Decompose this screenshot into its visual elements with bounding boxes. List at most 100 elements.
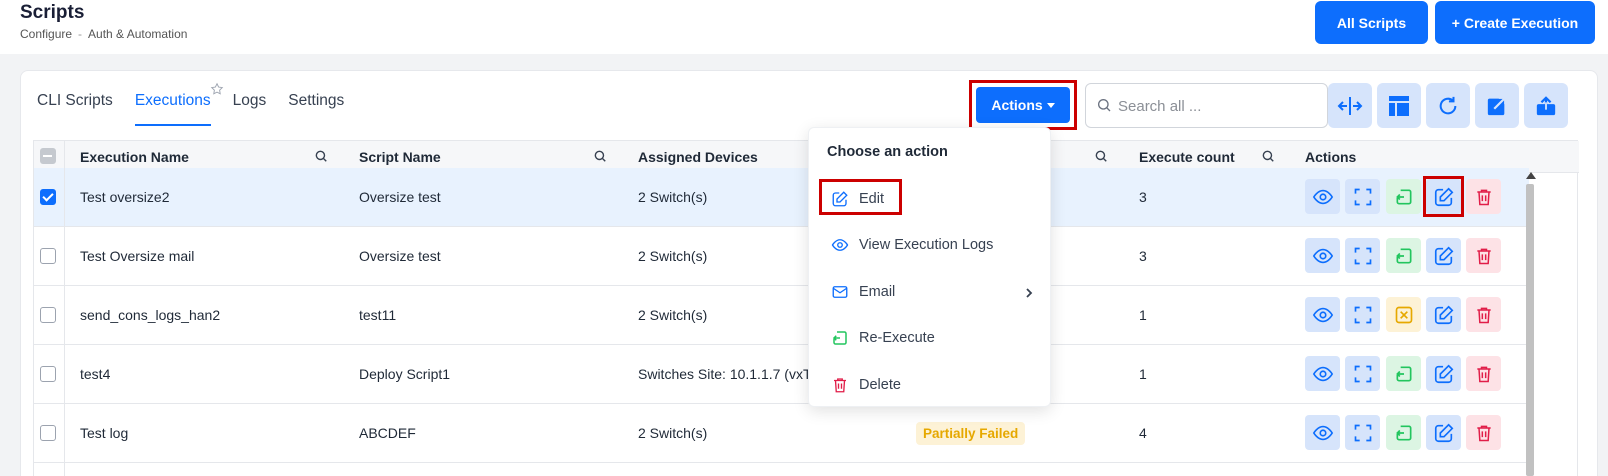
view-button[interactable] bbox=[1305, 356, 1340, 391]
menu-item-view-execution-logs[interactable]: View Execution Logs bbox=[831, 234, 993, 256]
menu-item-delete[interactable]: Delete bbox=[831, 374, 901, 396]
upload-button[interactable] bbox=[1524, 83, 1568, 128]
column-header-assigned-devices[interactable]: Assigned Devices bbox=[638, 149, 758, 165]
tab-cli-scripts[interactable]: CLI Scripts bbox=[37, 92, 113, 126]
table-scrollbar[interactable] bbox=[1524, 170, 1536, 476]
execute-count: 3 bbox=[1139, 189, 1147, 205]
column-header-script-name[interactable]: Script Name bbox=[359, 149, 441, 165]
eye-icon bbox=[1312, 248, 1333, 263]
edit-icon bbox=[1434, 305, 1453, 324]
upload-icon bbox=[1536, 95, 1556, 115]
assigned-devices: 2 Switch(s) bbox=[638, 248, 708, 264]
expand-button[interactable] bbox=[1345, 356, 1380, 391]
menu-item-label: Re-Execute bbox=[859, 330, 935, 346]
table-row[interactable]: test4 Deploy Script1 Switches Site: 10.1… bbox=[34, 345, 1529, 404]
edit-button[interactable] bbox=[1426, 297, 1461, 332]
column-search-icon[interactable] bbox=[593, 149, 607, 163]
re-execute-button[interactable] bbox=[1386, 179, 1421, 214]
menu-item-email[interactable]: Email bbox=[831, 281, 895, 303]
fullscreen-icon bbox=[1354, 247, 1371, 264]
breadcrumb-item-auth-automation[interactable]: Auth & Automation bbox=[88, 27, 187, 41]
table-row[interactable]: send_cons_logs_han2 test11 2 Switch(s) 1 bbox=[34, 286, 1529, 345]
status-badge: Partially Failed bbox=[916, 422, 1026, 445]
split-columns-button[interactable] bbox=[1328, 83, 1372, 128]
tab-bar: CLI Scripts Executions Logs Settings bbox=[37, 82, 344, 126]
delete-button[interactable] bbox=[1466, 297, 1501, 332]
column-search-icon[interactable] bbox=[314, 149, 328, 163]
execution-name: Test log bbox=[80, 425, 129, 441]
execution-name: Test Oversize mail bbox=[80, 248, 195, 264]
cancel-execution-button[interactable] bbox=[1386, 297, 1421, 332]
delete-button[interactable] bbox=[1466, 238, 1501, 273]
checkbox-column-divider bbox=[64, 141, 65, 476]
tab-settings[interactable]: Settings bbox=[288, 92, 344, 126]
view-button[interactable] bbox=[1305, 297, 1340, 332]
star-icon[interactable] bbox=[210, 82, 224, 96]
breadcrumb-item-configure[interactable]: Configure bbox=[20, 27, 72, 41]
all-scripts-button[interactable]: All Scripts bbox=[1315, 1, 1428, 44]
execution-name: Test oversize2 bbox=[80, 189, 170, 205]
row-checkbox[interactable] bbox=[40, 248, 56, 264]
menu-item-label: Edit bbox=[859, 191, 884, 207]
execute-count: 3 bbox=[1139, 248, 1147, 264]
cancel-icon bbox=[1395, 306, 1412, 323]
tab-executions[interactable]: Executions bbox=[134, 82, 224, 126]
column-header-execute-count[interactable]: Execute count bbox=[1139, 149, 1235, 165]
table-row[interactable]: Test log ABCDEF 2 Switch(s) Partially Fa… bbox=[34, 404, 1529, 463]
view-button[interactable] bbox=[1305, 238, 1340, 273]
re-execute-icon bbox=[1395, 425, 1411, 440]
re-execute-button[interactable] bbox=[1386, 415, 1421, 450]
menu-item-re-execute[interactable]: Re-Execute bbox=[831, 327, 935, 349]
layout-button[interactable] bbox=[1377, 83, 1421, 128]
tab-executions-label: Executions bbox=[134, 92, 211, 109]
row-checkbox[interactable] bbox=[40, 366, 56, 382]
export-button[interactable] bbox=[1475, 83, 1519, 128]
edit-icon bbox=[1434, 364, 1453, 383]
scroll-thumb[interactable] bbox=[1526, 184, 1534, 476]
table-row[interactable]: Test Oversize mail Oversize test 2 Switc… bbox=[34, 227, 1529, 286]
column-header-execution-name[interactable]: Execution Name bbox=[80, 149, 189, 165]
table-row[interactable]: Test oversize2 Oversize test 2 Switch(s)… bbox=[34, 168, 1529, 227]
search-icon bbox=[1098, 99, 1111, 112]
fullscreen-icon bbox=[1354, 365, 1371, 382]
actions-button-highlight: Actions bbox=[969, 80, 1077, 130]
execute-count: 1 bbox=[1139, 366, 1147, 382]
row-checkbox[interactable] bbox=[40, 425, 56, 441]
re-execute-icon bbox=[1395, 366, 1411, 381]
edit-button[interactable] bbox=[1426, 415, 1461, 450]
row-checkbox[interactable] bbox=[40, 189, 56, 205]
delete-button[interactable] bbox=[1466, 356, 1501, 391]
trash-icon bbox=[1476, 307, 1491, 323]
column-search-icon[interactable] bbox=[1261, 149, 1275, 163]
trash-icon bbox=[834, 378, 846, 393]
trash-icon bbox=[1476, 366, 1491, 382]
edit-button[interactable] bbox=[1426, 238, 1461, 273]
delete-button[interactable] bbox=[1466, 179, 1501, 214]
edit-button[interactable] bbox=[1426, 356, 1461, 391]
re-execute-button[interactable] bbox=[1386, 356, 1421, 391]
expand-button[interactable] bbox=[1345, 238, 1380, 273]
select-all-checkbox[interactable] bbox=[40, 148, 56, 164]
execute-count: 1 bbox=[1139, 307, 1147, 323]
column-search-icon[interactable] bbox=[1094, 149, 1108, 163]
tab-logs[interactable]: Logs bbox=[233, 92, 267, 126]
eye-icon bbox=[1312, 307, 1333, 322]
expand-button[interactable] bbox=[1345, 415, 1380, 450]
refresh-button[interactable] bbox=[1426, 83, 1470, 128]
view-button[interactable] bbox=[1305, 179, 1340, 214]
assigned-devices: 2 Switch(s) bbox=[638, 425, 708, 441]
scroll-up-arrow[interactable] bbox=[1526, 172, 1536, 179]
actions-label: Actions bbox=[991, 97, 1043, 113]
view-button[interactable] bbox=[1305, 415, 1340, 450]
re-execute-button[interactable] bbox=[1386, 238, 1421, 273]
search-input[interactable] bbox=[1118, 94, 1318, 118]
expand-button[interactable] bbox=[1345, 297, 1380, 332]
trash-icon bbox=[1476, 248, 1491, 264]
row-checkbox[interactable] bbox=[40, 307, 56, 323]
actions-dropdown-button[interactable]: Actions bbox=[976, 87, 1070, 123]
expand-button[interactable] bbox=[1345, 179, 1380, 214]
create-execution-button[interactable]: + Create Execution bbox=[1435, 1, 1595, 44]
menu-item-edit[interactable]: Edit bbox=[831, 188, 884, 210]
script-name: Deploy Script1 bbox=[359, 366, 451, 382]
delete-button[interactable] bbox=[1466, 415, 1501, 450]
